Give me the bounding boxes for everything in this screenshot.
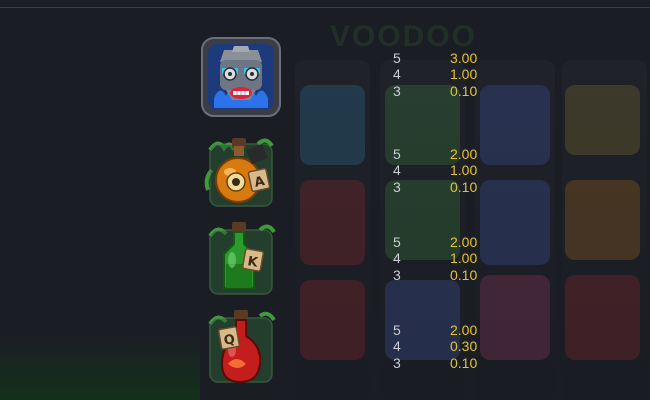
potion-q-icon: Q (200, 306, 282, 388)
pay-line: 3 0.10 (0, 179, 477, 196)
pay-line: 4 1.00 (0, 250, 477, 267)
pay-value: 0.10 (450, 83, 478, 99)
pay-count: 3 (393, 267, 401, 283)
pay-value: 2.00 (450, 322, 478, 338)
pay-line: 5 2.00 (0, 322, 477, 339)
pay-line: 3 0.10 (0, 83, 477, 100)
potion-a-icon: A (200, 130, 282, 212)
pay-line: 5 2.00 (0, 146, 477, 163)
potion-k-icon: K (200, 218, 282, 300)
pay-value: 1.00 (450, 250, 478, 266)
pay-line: 3 0.10 (0, 267, 477, 284)
pay-count: 3 (393, 83, 401, 99)
paytable-row: 5 3.00 4 1.00 3 0.10 (0, 30, 650, 120)
pay-value: 1.00 (450, 162, 478, 178)
pay-count: 5 (393, 322, 401, 338)
paytable-row: Q 5 2.00 4 0.30 3 0.10 (0, 304, 650, 394)
pay-line: 4 0.30 (0, 338, 477, 355)
pay-value: 0.10 (450, 179, 478, 195)
pay-count: 5 (393, 146, 401, 162)
paytable-row: K 5 2.00 4 1.00 3 0.10 (0, 216, 650, 306)
pay-count: 4 (393, 66, 401, 82)
pay-value: 0.30 (450, 338, 478, 354)
pay-count: 5 (393, 234, 401, 250)
pay-count: 3 (393, 179, 401, 195)
paytable: 5 3.00 4 1.00 3 0.10 A 5 2.00 4 1.00 3 0… (0, 0, 650, 400)
pay-line: 3 0.10 (0, 355, 477, 372)
pay-line: 5 2.00 (0, 234, 477, 251)
pay-value: 0.10 (450, 355, 478, 371)
voodoo-mask-icon (200, 36, 282, 118)
pay-value: 0.10 (450, 267, 478, 283)
pay-line: 4 1.00 (0, 66, 477, 83)
pay-line: 4 1.00 (0, 162, 477, 179)
pay-value: 2.00 (450, 234, 478, 250)
pay-value: 1.00 (450, 66, 478, 82)
pay-count: 4 (393, 250, 401, 266)
paytable-row: A 5 2.00 4 1.00 3 0.10 (0, 128, 650, 218)
pay-count: 4 (393, 338, 401, 354)
pay-count: 4 (393, 162, 401, 178)
pay-line: 5 3.00 (0, 50, 477, 67)
pay-count: 5 (393, 50, 401, 66)
pay-count: 3 (393, 355, 401, 371)
pay-value: 3.00 (450, 50, 478, 66)
pay-value: 2.00 (450, 146, 478, 162)
